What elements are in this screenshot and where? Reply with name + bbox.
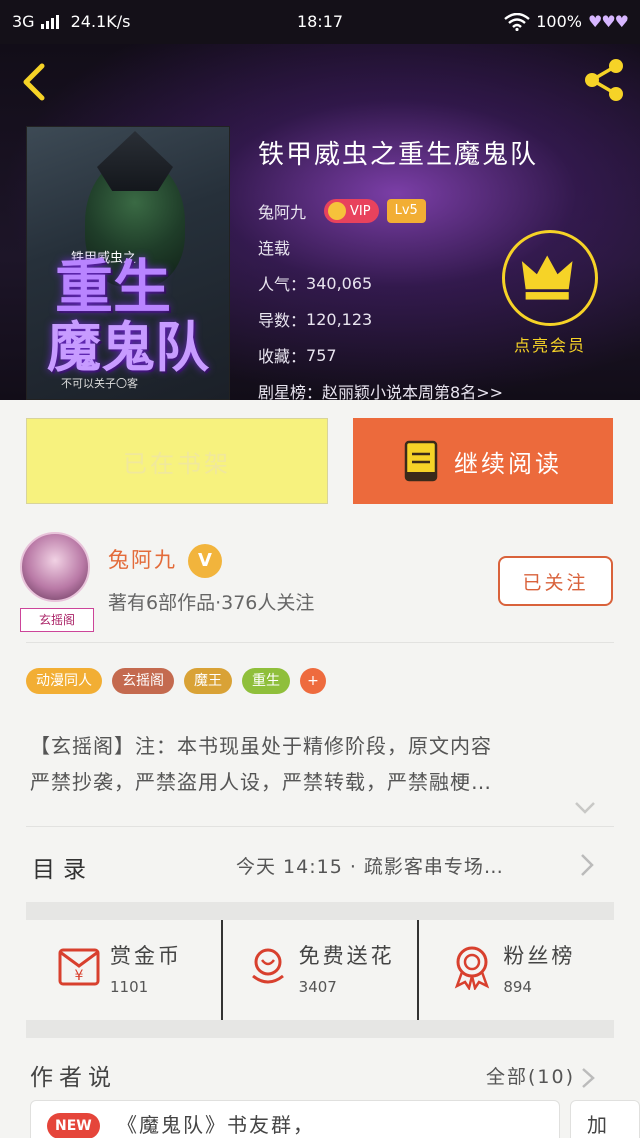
author-row: 兔阿九 VIP Lv5 — [258, 193, 538, 229]
status-right: 100% ♥♥♥ — [504, 12, 629, 31]
fans-value: 120,123 — [306, 309, 373, 329]
crown-icon — [328, 202, 347, 220]
stat-value: 3407 — [298, 978, 337, 996]
wifi-icon — [504, 12, 530, 31]
description-line: 【玄摇阁】注：本书现虽处于精修阶段，原文内容 — [30, 734, 492, 758]
description-line: 严禁抄袭，严禁盗用人设，严禁转载，严禁融梗… — [30, 770, 492, 794]
ranking-row[interactable]: 剧星榜： 赵丽颖小说本周第8名>> — [258, 373, 538, 400]
red-envelope-icon: ¥ — [58, 948, 100, 986]
member-label: 点亮会员 — [513, 336, 586, 355]
status-bar: 3G 24.1K/s 18:17 100% ♥♥♥ — [0, 0, 640, 44]
author-section: 玄摇阁 兔阿九 V 著有6部作品·376人关注 已关注 — [0, 526, 640, 636]
author-avatar[interactable] — [20, 532, 90, 602]
reward-coins[interactable]: ¥ 赏金币 1101 — [26, 920, 221, 1020]
view-all-link[interactable]: 全部(10) — [486, 1062, 575, 1089]
favorites-row: 收藏： 757 — [258, 337, 538, 373]
toc-label: 目录 — [32, 857, 94, 883]
fans-row: 导数： 120,123 — [258, 301, 538, 337]
ranking-text[interactable]: 赵丽颖小说本周第8名>> — [322, 379, 503, 400]
stat-name: 赏金币 — [110, 944, 182, 968]
medal-icon — [455, 946, 490, 990]
book-status: 连载 — [258, 239, 291, 258]
svg-text:¥: ¥ — [75, 968, 84, 984]
new-badge: NEW — [47, 1113, 100, 1138]
cover-title-line2: 魔鬼队 — [47, 315, 209, 379]
free-flowers[interactable]: 免费送花 3407 — [220, 920, 418, 1020]
book-header: 铁甲威虫之 重生 魔鬼队 不可以关子〇客 铁甲威虫之重生魔鬼队 兔阿九 VIP … — [0, 44, 640, 400]
level-badge: Lv5 — [386, 199, 426, 223]
book-cover[interactable]: 铁甲威虫之 重生 魔鬼队 不可以关子〇客 — [26, 126, 230, 400]
tag-list: 动漫同人 玄摇阁 魔王 重生 + — [26, 668, 326, 694]
cover-title-line1: 重生 — [55, 253, 172, 321]
fan-ranking[interactable]: 粉丝榜 894 — [417, 920, 614, 1020]
author-name[interactable]: 兔阿九 — [108, 544, 177, 574]
stat-value: 894 — [503, 978, 532, 996]
flower-icon — [251, 948, 284, 984]
tag[interactable]: 动漫同人 — [26, 668, 102, 694]
tag[interactable]: 玄摇阁 — [112, 668, 174, 694]
verified-badge: V — [188, 544, 222, 578]
stat-value: 1101 — [110, 978, 149, 996]
continue-reading-button[interactable]: 继续阅读 — [353, 418, 613, 504]
in-shelf-button[interactable]: 已在书架 — [26, 418, 328, 504]
support-stats: ¥ 赏金币 1101 免费送花 3407 粉丝榜 894 — [26, 920, 614, 1020]
avatar-tag: 玄摇阁 — [20, 608, 94, 632]
crown-icon — [521, 255, 573, 300]
back-button[interactable] — [16, 62, 56, 102]
author-meta: 著有6部作品·376人关注 — [108, 592, 315, 614]
member-button[interactable]: 点亮会员 — [500, 230, 600, 356]
battery-level: 100% — [536, 12, 582, 31]
follow-button[interactable]: 已关注 — [498, 556, 613, 606]
book-description[interactable]: 【玄摇阁】注：本书现虽处于精修阶段，原文内容 严禁抄袭，严禁盗用人设，严禁转载，… — [30, 728, 610, 800]
book-info: 铁甲威虫之重生魔鬼队 兔阿九 VIP Lv5 连载 人气： 340,065 导数… — [258, 134, 538, 400]
divider — [26, 642, 614, 643]
fans-label: 导数 — [258, 311, 291, 330]
author-post-card[interactable]: 加 — [570, 1100, 640, 1138]
divider — [26, 826, 614, 827]
author-says-header: 作者说 全部(10) — [0, 1058, 640, 1098]
vip-badge: VIP — [324, 199, 379, 223]
expand-chevron-icon[interactable] — [574, 800, 596, 816]
tag[interactable]: 重生 — [242, 668, 290, 694]
share-button[interactable] — [578, 54, 630, 106]
favorites-value: 757 — [306, 345, 337, 365]
battery-hearts-icon: ♥♥♥ — [587, 12, 629, 31]
popularity-label: 人气 — [258, 275, 291, 294]
section-spacer — [26, 902, 614, 920]
popularity-value: 340,065 — [306, 273, 373, 293]
vip-label: VIP — [350, 203, 371, 219]
favorites-label: 收藏 — [258, 347, 291, 366]
chevron-right-icon — [581, 854, 594, 876]
post-text: 加 — [587, 1113, 607, 1137]
book-author[interactable]: 兔阿九 — [258, 199, 306, 223]
chevron-right-icon[interactable] — [580, 1066, 596, 1090]
tag[interactable]: 魔王 — [184, 668, 232, 694]
author-post-card[interactable]: NEW 《魔鬼队》书友群， — [30, 1100, 560, 1138]
table-of-contents-row[interactable]: 目录 今天 14:15 · 疏影客串专场… — [0, 830, 640, 900]
cover-helmet — [97, 131, 173, 191]
latest-chapter: 今天 14:15 · 疏影客串专场… — [236, 856, 504, 878]
book-icon — [404, 440, 438, 482]
author-says-title: 作者说 — [30, 1065, 117, 1091]
cover-small-text: 不可以关子〇客 — [61, 377, 138, 390]
member-ring — [502, 230, 598, 326]
book-title: 铁甲威虫之重生魔鬼队 — [258, 140, 539, 170]
post-text: 《魔鬼队》书友群， — [117, 1113, 315, 1137]
stat-name: 粉丝榜 — [503, 944, 576, 968]
add-tag-button[interactable]: + — [300, 668, 326, 694]
continue-reading-label: 继续阅读 — [454, 449, 562, 478]
stat-name: 免费送花 — [298, 944, 395, 968]
popularity-row: 人气： 340,065 — [258, 265, 538, 301]
ranking-label: 剧星榜 — [258, 383, 307, 400]
section-spacer — [26, 1020, 614, 1038]
